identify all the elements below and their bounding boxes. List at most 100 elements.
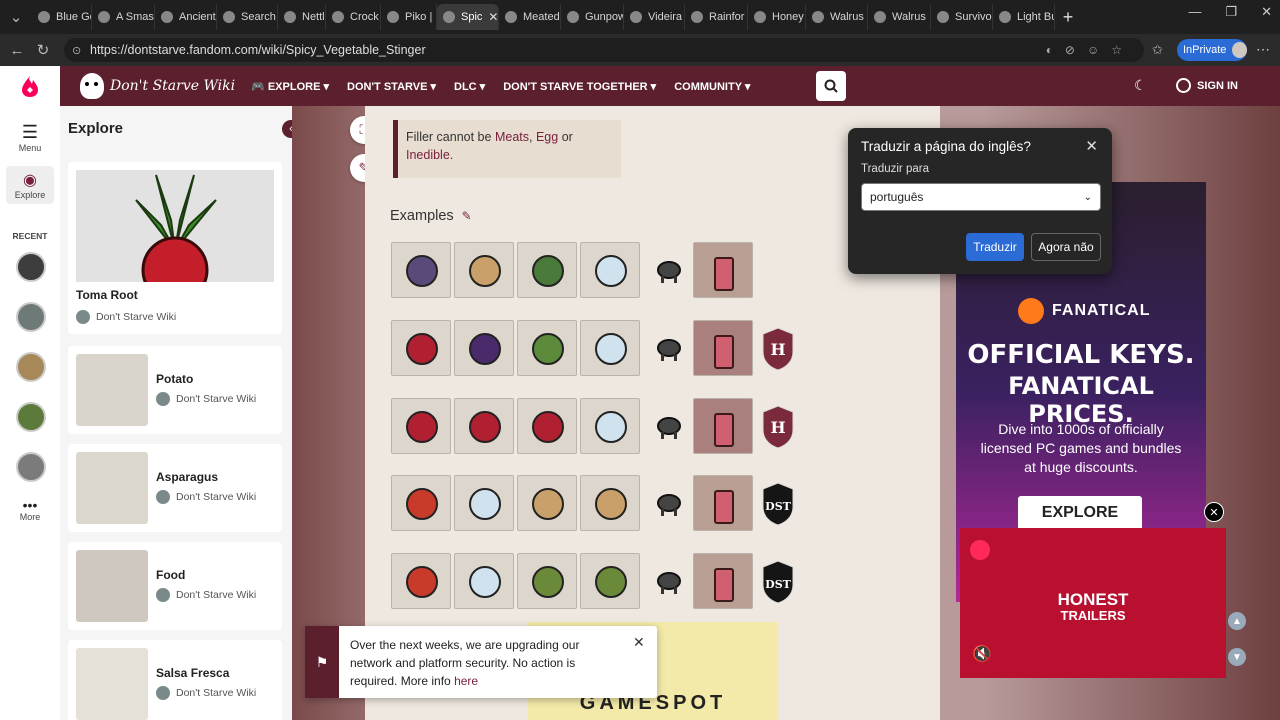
hamlet-badge-icon[interactable]: H bbox=[759, 404, 797, 450]
search-button[interactable] bbox=[816, 71, 846, 101]
ingredient-slot[interactable] bbox=[517, 475, 577, 531]
browser-tab[interactable]: Ancient bbox=[155, 4, 217, 30]
ingredient-slot[interactable] bbox=[391, 475, 451, 531]
result-spicy-vegetable-stinger[interactable] bbox=[693, 242, 753, 298]
recent-item-1[interactable] bbox=[16, 252, 46, 282]
ingredient-slot[interactable] bbox=[454, 320, 514, 376]
ingredient-slot[interactable] bbox=[454, 553, 514, 609]
browser-tab[interactable]: Rainfor bbox=[685, 4, 748, 30]
explore-card-toma-root[interactable]: Toma Root Don't Starve Wiki bbox=[68, 162, 282, 334]
site-info-icon[interactable]: ⊙ bbox=[72, 44, 81, 57]
muted-speaker-icon[interactable]: 🔇 bbox=[972, 644, 992, 664]
notice-here-link[interactable]: here bbox=[454, 674, 478, 688]
edit-section-pencil-icon[interactable]: ✎ bbox=[462, 209, 472, 223]
favorites-icon[interactable]: ✩ bbox=[1152, 42, 1163, 58]
translate-button[interactable]: Traduzir bbox=[966, 233, 1024, 261]
video-ad[interactable]: HONEST TRAILERS 🔇 bbox=[960, 528, 1226, 678]
sign-in-button[interactable]: SIGN IN bbox=[1176, 78, 1238, 93]
reload-icon[interactable]: ↻ bbox=[30, 37, 56, 63]
dark-mode-moon-icon[interactable]: ☾ bbox=[1134, 77, 1147, 94]
not-now-button[interactable]: Agora não bbox=[1031, 233, 1101, 261]
scroll-down-arrow-icon[interactable]: ▼ bbox=[1228, 648, 1246, 666]
language-select[interactable]: português ⌄ bbox=[861, 183, 1101, 211]
notice-close-icon[interactable]: ✕ bbox=[633, 634, 645, 651]
ingredient-slot[interactable] bbox=[391, 242, 451, 298]
back-arrow-icon[interactable]: ← bbox=[4, 37, 30, 63]
nav-item[interactable]: 🎮 EXPLORE ▾ bbox=[251, 80, 329, 93]
explore-card-food[interactable]: Food Don't Starve Wiki bbox=[68, 542, 282, 630]
result-spicy-vegetable-stinger[interactable] bbox=[693, 553, 753, 609]
explore-card-asparagus[interactable]: Asparagus Don't Starve Wiki bbox=[68, 444, 282, 532]
tab-close-icon[interactable]: ✕ bbox=[488, 10, 498, 24]
ingredient-slot[interactable] bbox=[517, 242, 577, 298]
new-tab-plus-icon[interactable]: + bbox=[1055, 4, 1081, 30]
ingredient-slot[interactable] bbox=[517, 398, 577, 454]
browser-tab[interactable]: Honey bbox=[748, 4, 806, 30]
inedible-link[interactable]: Inedible. bbox=[406, 148, 453, 162]
ingredient-slot[interactable] bbox=[580, 242, 640, 298]
recent-item-2[interactable] bbox=[16, 302, 46, 332]
maximize-icon[interactable]: ❐ bbox=[1225, 4, 1237, 20]
nav-item[interactable]: DLC ▾ bbox=[454, 80, 485, 93]
ingredient-slot[interactable] bbox=[454, 242, 514, 298]
dst-badge-icon[interactable]: DST bbox=[759, 481, 797, 527]
ingredient-slot[interactable] bbox=[580, 320, 640, 376]
browser-tab[interactable]: Crock P bbox=[326, 4, 381, 30]
browser-tab[interactable]: Light Bu bbox=[993, 4, 1055, 30]
explore-card-potato[interactable]: Potato Don't Starve Wiki bbox=[68, 346, 282, 434]
ingredient-slot[interactable] bbox=[454, 398, 514, 454]
recent-item-3[interactable] bbox=[16, 352, 46, 382]
scroll-up-arrow-icon[interactable]: ▲ bbox=[1228, 612, 1246, 630]
minimize-icon[interactable]: — bbox=[1188, 4, 1201, 20]
recent-item-5[interactable] bbox=[16, 452, 46, 482]
fanatical-explore-button[interactable]: EXPLORE bbox=[1018, 496, 1142, 530]
nav-item[interactable]: DON'T STARVE ▾ bbox=[347, 80, 436, 93]
browser-tab[interactable]: Survivo bbox=[931, 4, 993, 30]
explore-card-salsa-fresca[interactable]: Salsa Fresca Don't Starve Wiki bbox=[68, 640, 282, 720]
recent-item-4[interactable] bbox=[16, 402, 46, 432]
browser-tab[interactable]: Nettle | bbox=[278, 4, 326, 30]
browser-tab[interactable]: Meated bbox=[499, 4, 561, 30]
hamlet-badge-icon[interactable]: H bbox=[759, 326, 797, 372]
browser-tab[interactable]: Videira bbox=[624, 4, 685, 30]
result-spicy-vegetable-stinger[interactable] bbox=[693, 475, 753, 531]
close-video-ad-button[interactable]: ✕ bbox=[1204, 502, 1224, 522]
browser-tab[interactable]: Blue Ge bbox=[32, 4, 92, 30]
nav-item[interactable]: COMMUNITY ▾ bbox=[674, 80, 750, 93]
fandom-logo-icon[interactable] bbox=[0, 66, 60, 106]
ingredient-slot[interactable] bbox=[454, 475, 514, 531]
browser-tab[interactable]: Walrus bbox=[806, 4, 868, 30]
address-bar-icons[interactable]: ◐⊘☺☆ bbox=[1046, 43, 1134, 57]
collapse-panel-button[interactable]: ‹ bbox=[282, 120, 292, 138]
dst-badge-icon[interactable]: DST bbox=[759, 559, 797, 605]
ingredient-slot[interactable] bbox=[580, 475, 640, 531]
ingredient-slot[interactable] bbox=[517, 553, 577, 609]
browser-tab[interactable]: A Smash bbox=[92, 4, 155, 30]
ingredient-slot[interactable] bbox=[391, 398, 451, 454]
egg-link[interactable]: Egg bbox=[536, 130, 558, 144]
browser-tab[interactable]: Piko | D bbox=[381, 4, 437, 30]
explore-rail-button[interactable]: ◉ Explore bbox=[6, 166, 54, 204]
meats-link[interactable]: Meats bbox=[495, 130, 529, 144]
browser-tab[interactable]: Search F bbox=[217, 4, 278, 30]
browser-tab[interactable]: Spic ✕ bbox=[437, 4, 499, 30]
browser-tab[interactable]: Walrus bbox=[868, 4, 931, 30]
browser-tab[interactable]: Gunpow bbox=[561, 4, 624, 30]
settings-more-icon[interactable]: ⋯ bbox=[1256, 41, 1270, 58]
more-button[interactable]: ••• More bbox=[6, 498, 54, 522]
result-spicy-vegetable-stinger[interactable] bbox=[693, 398, 753, 454]
window-close-icon[interactable]: ✕ bbox=[1261, 4, 1272, 20]
ingredient-slot[interactable] bbox=[517, 320, 577, 376]
ingredient-slot[interactable] bbox=[580, 553, 640, 609]
wiki-logo[interactable]: Don't Starve Wiki bbox=[80, 73, 235, 99]
nav-item[interactable]: DON'T STARVE TOGETHER ▾ bbox=[503, 80, 656, 93]
ingredient-slot[interactable] bbox=[391, 553, 451, 609]
translate-close-icon[interactable]: ✕ bbox=[1085, 137, 1098, 155]
url-input[interactable]: ⊙ https://dontstarve.fandom.com/wiki/Spi… bbox=[64, 38, 1144, 62]
tab-list-chevron-icon[interactable]: ⌄ bbox=[0, 4, 32, 30]
ingredient-slot[interactable] bbox=[391, 320, 451, 376]
ingredient-slot[interactable] bbox=[580, 398, 640, 454]
result-spicy-vegetable-stinger[interactable] bbox=[693, 320, 753, 376]
menu-button[interactable]: ☰ Menu bbox=[6, 122, 54, 153]
inprivate-badge[interactable]: InPrivate bbox=[1177, 39, 1247, 61]
